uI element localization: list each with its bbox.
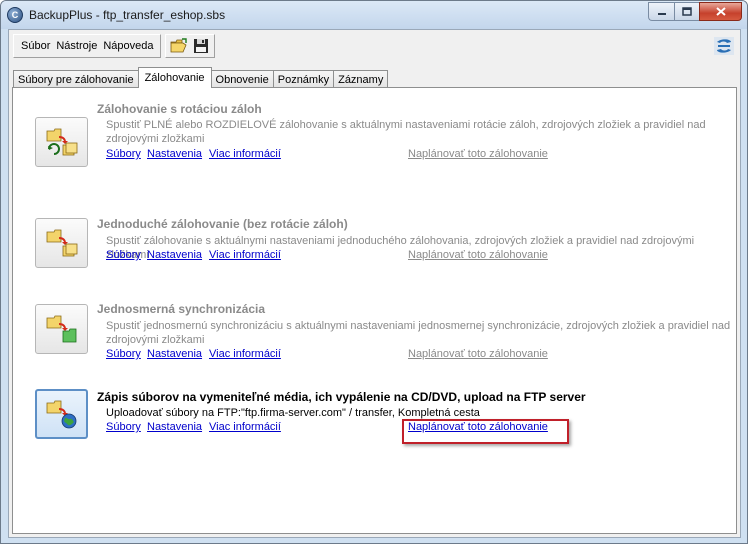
entry-title: Zápis súborov na vymeniteľné média, ich …: [97, 390, 586, 404]
tab-poznamky[interactable]: Poznámky: [272, 70, 335, 88]
settings-link[interactable]: Nastavenia: [147, 421, 202, 433]
close-icon: [715, 7, 726, 16]
run-rotation-backup-button[interactable]: [35, 117, 88, 167]
ftp-upload-globe-icon: [46, 400, 76, 429]
run-simple-backup-button[interactable]: [35, 218, 88, 268]
menu-item-nastroje[interactable]: Nástroje: [53, 40, 100, 52]
save-disk-icon: [194, 39, 209, 53]
entry-description: Spustiť jednosmernú synchronizáciu s akt…: [106, 320, 731, 346]
settings-link[interactable]: Nastavenia: [147, 249, 202, 261]
maximize-icon: [682, 7, 692, 16]
one-way-sync-icon: [46, 315, 76, 343]
entry-description: Spustiť PLNÉ alebo ROZDIELOVÉ zálohovani…: [106, 119, 706, 145]
tab-zaznamy[interactable]: Záznamy: [333, 70, 389, 88]
files-link[interactable]: Súbory: [106, 348, 141, 360]
tab-strip: Súbory pre zálohovanie Zálohovanie Obnov…: [13, 67, 389, 88]
files-link[interactable]: Súbory: [106, 249, 141, 261]
open-button[interactable]: [170, 37, 188, 55]
maximize-button[interactable]: [674, 2, 699, 21]
toolbar: [165, 34, 216, 58]
minimize-icon: [657, 12, 666, 15]
open-folder-icon: [171, 38, 188, 53]
minimize-button[interactable]: [648, 2, 674, 21]
settings-link[interactable]: Nastavenia: [147, 348, 202, 360]
more-info-link[interactable]: Viac informácií: [209, 421, 281, 433]
menu-group: Súbor Nástroje Nápoveda: [13, 34, 162, 58]
schedule-link[interactable]: Naplánovať toto zálohovanie: [408, 348, 548, 360]
entry-description: Uploadovať súbory na FTP:"ftp.firma-serv…: [106, 407, 480, 419]
close-button[interactable]: [699, 2, 742, 21]
save-button[interactable]: [192, 37, 210, 55]
application-window: C BackupPlus - ftp_transfer_eshop.sbs Sú…: [0, 0, 748, 544]
rotation-backup-icon: [46, 128, 77, 156]
schedule-link[interactable]: Naplánovať toto zálohovanie: [408, 148, 548, 160]
tab-obnovenie[interactable]: Obnovenie: [210, 70, 274, 88]
title-bar[interactable]: C BackupPlus - ftp_transfer_eshop.sbs: [1, 1, 747, 29]
entry-title: Jednoduché zálohovanie (bez rotácie zálo…: [97, 217, 348, 231]
files-link[interactable]: Súbory: [106, 421, 141, 433]
menu-item-subor[interactable]: Súbor: [18, 40, 53, 52]
entry-title: Zálohovanie s rotáciou záloh: [97, 102, 262, 116]
entry-title: Jednosmerná synchronizácia: [97, 302, 266, 316]
more-info-link[interactable]: Viac informácií: [209, 148, 281, 160]
more-info-link[interactable]: Viac informácií: [209, 348, 281, 360]
run-media-ftp-button[interactable]: [35, 389, 88, 439]
window-title: BackupPlus - ftp_transfer_eshop.sbs: [29, 8, 226, 22]
client-area: Súbor Nástroje Nápoveda Súbory pre záloh…: [8, 29, 741, 538]
tab-subory-pre-zalohovanie[interactable]: Súbory pre zálohovanie: [13, 70, 139, 88]
brand-logo-icon: [714, 37, 734, 55]
files-link[interactable]: Súbory: [106, 148, 141, 160]
app-icon[interactable]: C: [7, 7, 23, 23]
more-info-link[interactable]: Viac informácií: [209, 249, 281, 261]
settings-link[interactable]: Nastavenia: [147, 148, 202, 160]
run-sync-button[interactable]: [35, 304, 88, 354]
menu-bar: Súbor Nástroje Nápoveda: [13, 33, 216, 59]
simple-backup-icon: [46, 229, 77, 257]
window-controls: [648, 2, 742, 21]
menu-item-napoveda[interactable]: Nápoveda: [100, 40, 156, 52]
schedule-link[interactable]: Naplánovať toto zálohovanie: [408, 249, 548, 261]
tab-zalohovanie[interactable]: Zálohovanie: [137, 67, 212, 88]
schedule-link[interactable]: Naplánovať toto zálohovanie: [408, 421, 548, 433]
backup-panel: Zálohovanie s rotáciou záloh Spustiť PLN…: [12, 87, 737, 534]
